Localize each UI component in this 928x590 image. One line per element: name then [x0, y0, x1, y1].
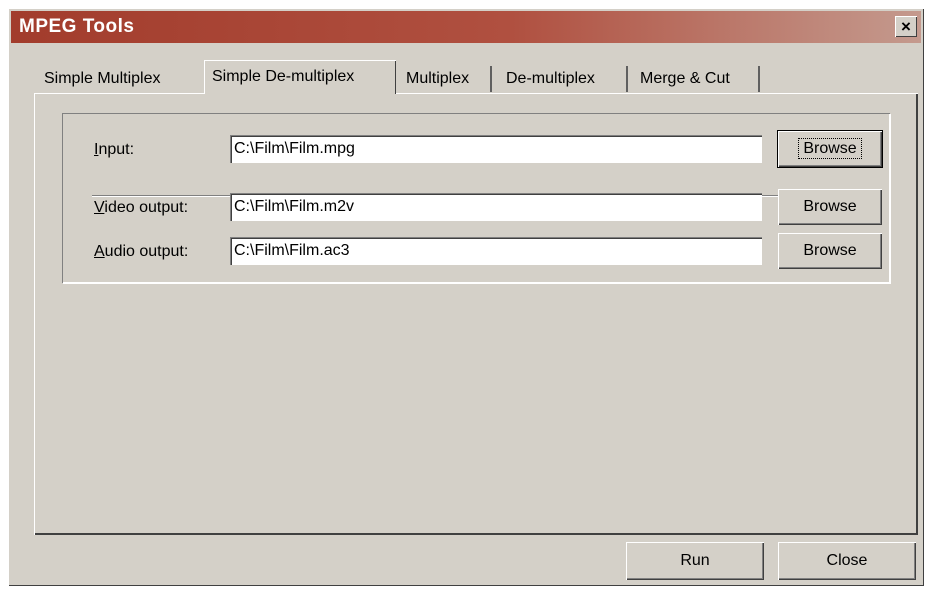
audio-output-field[interactable]: [230, 237, 762, 265]
run-button[interactable]: Run: [626, 542, 764, 580]
tab-merge-cut[interactable]: Merge & Cut: [632, 66, 760, 92]
audio-output-label: Audio output:: [94, 243, 189, 260]
tab-label: Merge & Cut: [640, 70, 730, 87]
input-browse-button[interactable]: Browse: [778, 131, 882, 167]
tab-multiplex[interactable]: Multiplex: [398, 66, 492, 92]
video-output-label: Video output:: [94, 199, 189, 216]
tab-label: Simple Multiplex: [44, 70, 161, 87]
tab-label: De-multiplex: [506, 70, 595, 87]
video-output-browse-button[interactable]: Browse: [778, 189, 882, 225]
close-window-button[interactable]: ×: [895, 16, 917, 37]
tab-simple-demultiplex[interactable]: Simple De-multiplex: [204, 60, 396, 94]
tab-simple-multiplex[interactable]: Simple Multiplex: [36, 66, 206, 92]
tab-strip: Simple Multiplex Simple De-multiplex Mul…: [36, 60, 896, 94]
input-label: Input:: [94, 141, 135, 158]
window-title: MPEG Tools: [19, 16, 135, 37]
title-bar[interactable]: MPEG Tools ×: [11, 11, 921, 43]
audio-output-browse-button[interactable]: Browse: [778, 233, 882, 269]
tab-demultiplex[interactable]: De-multiplex: [498, 66, 628, 92]
video-output-field[interactable]: [230, 193, 762, 221]
input-file-field[interactable]: [230, 135, 762, 163]
tab-panel-simple-demultiplex: Input: Browse Video output: Browse Audio…: [34, 93, 918, 535]
tab-label: Simple De-multiplex: [212, 68, 355, 85]
mpeg-tools-window: MPEG Tools × Simple Multiplex Simple De-…: [8, 8, 924, 586]
tab-label: Multiplex: [406, 70, 470, 87]
close-button[interactable]: Close: [778, 542, 916, 580]
close-icon: ×: [901, 17, 911, 36]
demultiplex-group: Input: Browse Video output: Browse Audio…: [62, 113, 890, 283]
